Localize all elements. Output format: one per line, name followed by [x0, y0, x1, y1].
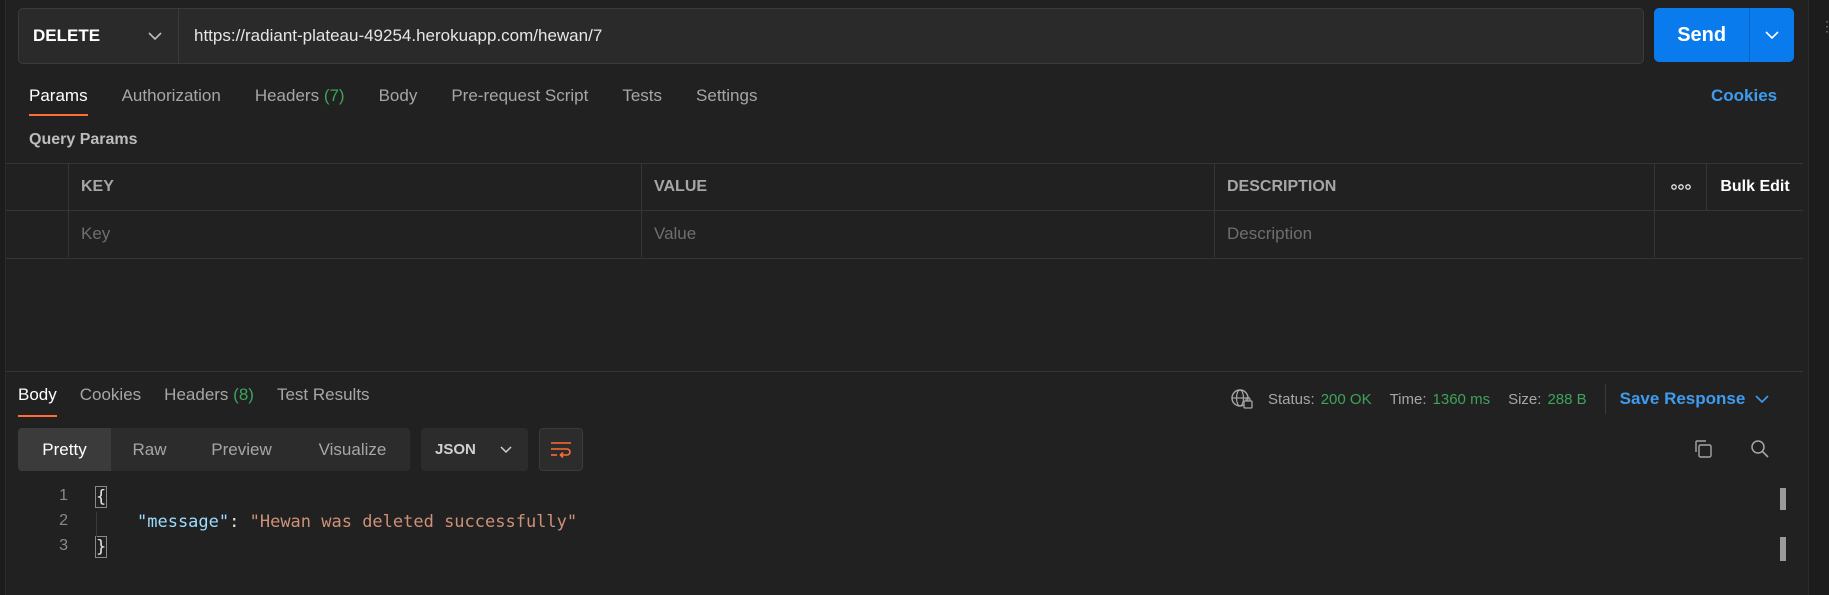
table-header-row: KEY VALUE DESCRIPTION Bulk Edit: [6, 164, 1803, 211]
description-input[interactable]: Description: [1215, 211, 1655, 257]
headers-count: (8): [233, 385, 254, 404]
url-text: https://radiant-plateau-49254.herokuapp.…: [194, 26, 603, 45]
url-input[interactable]: https://radiant-plateau-49254.herokuapp.…: [179, 9, 602, 63]
tab-label: Cookies: [79, 385, 142, 404]
status-value[interactable]: 200 OK: [1321, 391, 1372, 408]
save-response-button[interactable]: Save Response: [1620, 389, 1770, 409]
separator: [1604, 384, 1606, 414]
request-url-bar: DELETE https://radiant-plateau-49254.her…: [18, 8, 1644, 64]
column-header-value: VALUE: [642, 164, 1215, 210]
chevron-down-icon: [1765, 30, 1779, 39]
tab-response-cookies[interactable]: Cookies: [80, 385, 141, 405]
bulk-edit-button[interactable]: Bulk Edit: [1707, 164, 1803, 210]
chevron-down-icon: [1755, 394, 1769, 403]
chevron-down-icon: [148, 31, 162, 40]
view-raw[interactable]: Raw: [111, 428, 188, 471]
indent-guide: [96, 512, 97, 537]
tab-label: Settings: [696, 86, 758, 105]
more-icon[interactable]: ⋮: [1820, 18, 1829, 35]
json-separator: :: [229, 512, 250, 532]
view-preview[interactable]: Preview: [188, 428, 295, 471]
view-pretty[interactable]: Pretty: [18, 428, 111, 471]
size-label: Size:: [1508, 390, 1542, 408]
value-input[interactable]: Value: [642, 211, 1215, 257]
code-line: 3 }: [0, 536, 1000, 562]
request-tabs: Params Authorization Headers (7) Body Pr…: [29, 86, 791, 116]
cookies-link[interactable]: Cookies: [1711, 86, 1777, 106]
code-line: 1 {: [0, 486, 1000, 512]
headers-count: (7): [323, 86, 345, 105]
search-icon[interactable]: [1750, 439, 1770, 464]
send-button[interactable]: Send: [1654, 8, 1751, 62]
tab-response-headers[interactable]: Headers (8): [164, 385, 254, 405]
pane-divider[interactable]: [6, 371, 1803, 372]
status-label: Status:: [1268, 390, 1315, 408]
time-label: Time:: [1389, 390, 1427, 408]
wrap-lines-icon: [551, 441, 571, 458]
column-header-description: DESCRIPTION: [1215, 164, 1655, 210]
wrap-lines-button[interactable]: [539, 428, 583, 471]
close-brace: }: [94, 536, 108, 558]
line-number: 2: [59, 512, 68, 529]
tab-label: Test Results: [276, 385, 370, 404]
tab-settings[interactable]: Settings: [696, 86, 757, 116]
format-label: JSON: [435, 441, 476, 458]
tab-label: Authorization: [121, 86, 221, 105]
copy-icon[interactable]: [1693, 439, 1713, 464]
line-text: }: [94, 536, 108, 558]
tab-label: Tests: [622, 86, 663, 105]
tab-label: Body: [378, 86, 418, 105]
response-tabs: Body Cookies Headers (8) Test Results: [18, 385, 393, 417]
query-params-table: KEY VALUE DESCRIPTION Bulk Edit Key Valu…: [6, 163, 1803, 259]
format-select[interactable]: JSON: [421, 428, 528, 471]
more-options-button[interactable]: [1655, 164, 1707, 210]
tab-headers[interactable]: Headers (7): [255, 86, 345, 116]
tab-response-body[interactable]: Body: [18, 385, 57, 417]
tab-pre-request-script[interactable]: Pre-request Script: [451, 86, 588, 116]
scrollbar-marker[interactable]: [1780, 488, 1786, 510]
json-key: "message": [137, 512, 230, 532]
line-text: {: [94, 486, 108, 508]
query-params-title: Query Params: [29, 131, 138, 148]
globe-lock-icon[interactable]: [1230, 388, 1254, 410]
tab-label: Body: [18, 385, 57, 404]
tab-label: Headers: [164, 385, 229, 404]
tab-authorization[interactable]: Authorization: [122, 86, 221, 116]
line-number: 1: [59, 487, 68, 504]
key-input[interactable]: Key: [69, 211, 642, 257]
line-text: "message": "Hewan was deleted successful…: [137, 512, 577, 532]
tab-label: Pre-request Script: [451, 86, 589, 105]
response-body-code[interactable]: 1 { 2 "message": "Hewan was deleted succ…: [0, 486, 1800, 587]
method-label: DELETE: [33, 26, 101, 45]
right-sidebar-edge: [1808, 0, 1829, 595]
send-button-group: Send: [1654, 8, 1794, 62]
line-number: 3: [59, 537, 68, 554]
tab-tests[interactable]: Tests: [622, 86, 662, 116]
time-value[interactable]: 1360 ms: [1433, 391, 1491, 408]
chevron-down-icon: [500, 445, 512, 453]
view-visualize[interactable]: Visualize: [295, 428, 410, 471]
table-row: Key Value Description: [6, 211, 1803, 257]
tab-label: Headers: [254, 86, 320, 105]
code-line: 2 "message": "Hewan was deleted successf…: [0, 512, 1000, 537]
response-status-bar: Status: 200 OK Time: 1360 ms Size: 288 B…: [1230, 384, 1769, 414]
tab-test-results[interactable]: Test Results: [277, 385, 370, 405]
more-horizontal-icon: [1670, 184, 1691, 190]
open-brace: {: [94, 486, 108, 508]
json-string-value: "Hewan was deleted successfully": [249, 512, 578, 532]
tab-label: Params: [29, 86, 88, 105]
method-select[interactable]: DELETE: [19, 9, 179, 63]
tab-body[interactable]: Body: [379, 86, 418, 116]
tab-params[interactable]: Params: [29, 86, 88, 116]
scrollbar-marker[interactable]: [1780, 537, 1786, 561]
row-checkbox-cell: [6, 211, 69, 257]
checkbox-column-header: [6, 164, 69, 210]
save-response-label: Save Response: [1619, 389, 1746, 408]
view-mode-segmented: Pretty Raw Preview Visualize: [18, 428, 410, 471]
size-value[interactable]: 288 B: [1547, 391, 1586, 408]
column-header-key: KEY: [69, 164, 642, 210]
send-options-button[interactable]: [1750, 8, 1794, 62]
